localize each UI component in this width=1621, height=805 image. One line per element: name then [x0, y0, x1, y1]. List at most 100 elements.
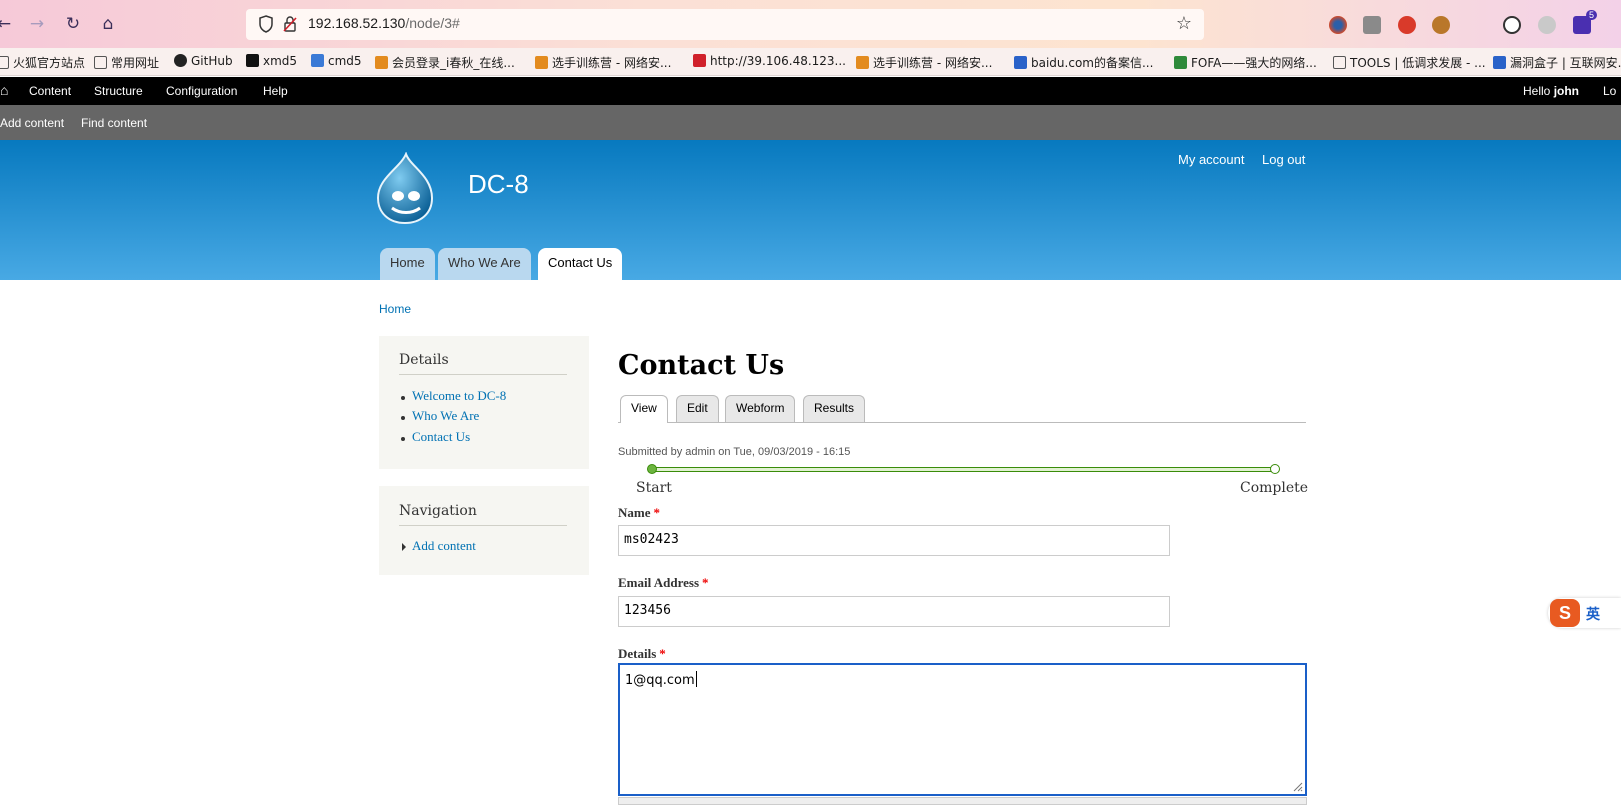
bookmark-label: GitHub — [191, 54, 233, 68]
details-text: 1@qq.com — [625, 673, 695, 688]
progress-start-dot — [647, 464, 657, 474]
hello-prefix: Hello — [1523, 84, 1554, 98]
baidu-icon — [1014, 56, 1027, 69]
site-name[interactable]: DC-8 — [468, 169, 529, 200]
my-account-link[interactable]: My account — [1178, 152, 1244, 167]
submitted-info: Submitted by admin on Tue, 09/03/2019 - … — [618, 446, 851, 458]
toolbar-item-content[interactable]: Content — [29, 84, 71, 98]
github-icon — [174, 54, 187, 67]
page-title: Contact Us — [618, 350, 785, 381]
log-out-link[interactable]: Log out — [1262, 152, 1305, 167]
toolbar-item-structure[interactable]: Structure — [94, 84, 143, 98]
details-block: Details Welcome to DC-8 Who We Are Conta… — [379, 336, 589, 469]
extension-gear-icon[interactable] — [1538, 16, 1556, 34]
textarea-grippie[interactable] — [618, 797, 1307, 805]
vulbox-icon — [1493, 56, 1506, 69]
drupal-logo-icon[interactable] — [376, 152, 434, 224]
home-icon[interactable]: ⌂ — [98, 14, 118, 34]
details-textarea[interactable]: 1@qq.com — [618, 663, 1307, 796]
bookmark-item[interactable]: GitHub — [174, 54, 233, 68]
ime-mode[interactable]: 英 — [1586, 604, 1600, 624]
bookmark-star-icon[interactable]: ☆ — [1176, 13, 1192, 34]
navigation-block-title: Navigation — [399, 503, 477, 519]
bookmark-item[interactable]: 漏洞盒子 | 互联网安... — [1493, 54, 1621, 71]
resize-handle-icon[interactable] — [1291, 780, 1303, 792]
extension-panel-icon[interactable] — [1363, 16, 1381, 34]
sidebar-link-add-content[interactable]: Add content — [412, 538, 476, 554]
toolbar-item-configuration[interactable]: Configuration — [166, 84, 237, 98]
details-label: Details * — [618, 646, 666, 662]
bookmark-label: 火狐官方站点 — [13, 56, 86, 70]
bookmark-item[interactable]: 火狐官方站点 — [0, 54, 85, 71]
divider — [399, 525, 567, 526]
extension-monkey-icon[interactable] — [1432, 16, 1450, 34]
tab-contact-us[interactable]: Contact Us — [538, 248, 623, 280]
ichunqiu-icon — [535, 56, 548, 69]
user-name[interactable]: john — [1554, 84, 1579, 98]
sidebar-link-contact-us[interactable]: Contact Us — [412, 429, 470, 445]
tabs-divider — [618, 422, 1306, 423]
extension-globe-icon[interactable] — [1329, 16, 1347, 34]
progress-start-label: Start — [636, 480, 672, 496]
details-block-title: Details — [399, 352, 449, 368]
bookmark-item[interactable]: 常用网址 — [94, 54, 159, 71]
bookmark-item[interactable]: http://39.106.48.123... — [693, 54, 846, 68]
bookmark-item[interactable]: xmd5 — [246, 54, 297, 68]
divider — [399, 374, 567, 375]
folder-icon — [0, 56, 9, 69]
bookmark-item[interactable]: 会员登录_i春秋_在线... — [375, 54, 515, 71]
home-icon[interactable]: ⌂ — [0, 82, 8, 98]
tab-results[interactable]: Results — [803, 395, 866, 422]
notification-badge: 5 — [1586, 10, 1598, 20]
url-text[interactable]: 192.168.52.130/node/3# — [308, 15, 460, 31]
shortcut-add-content[interactable]: Add content — [0, 116, 64, 130]
insecure-lock-icon[interactable] — [282, 15, 298, 33]
sidebar-link-who-we-are[interactable]: Who We Are — [412, 408, 479, 424]
back-arrow-icon[interactable]: ← — [0, 14, 14, 34]
ime-toolbar[interactable]: S 英 — [1548, 598, 1621, 628]
collapsed-arrow-icon[interactable] — [402, 543, 406, 551]
sogou-logo-icon[interactable]: S — [1550, 599, 1580, 627]
tab-edit[interactable]: Edit — [676, 395, 719, 422]
url-bar[interactable]: 192.168.52.130/node/3# ☆ — [246, 9, 1204, 40]
shortcut-find-content[interactable]: Find content — [81, 116, 147, 130]
bookmark-label: 漏洞盒子 | 互联网安... — [1510, 56, 1621, 70]
breadcrumb[interactable]: Home — [379, 302, 411, 316]
tab-home[interactable]: Home — [380, 248, 435, 280]
browser-toolbar: ← → ↻ ⌂ 192.168.52.130/node/3# ☆ 5 — [0, 0, 1621, 48]
admin-toolbar: ⌂ Content Structure Configuration Help H… — [0, 77, 1621, 105]
bookmark-label: xmd5 — [263, 54, 298, 68]
tab-who-we-are[interactable]: Who We Are — [438, 248, 531, 280]
name-field[interactable]: ms02423 — [618, 525, 1170, 556]
required-marker: * — [659, 646, 666, 661]
folder-icon — [94, 56, 107, 69]
progress-complete-label: Complete — [1240, 480, 1309, 496]
reload-icon[interactable]: ↻ — [63, 14, 83, 34]
extension-cookie-icon[interactable] — [1503, 16, 1521, 34]
bookmark-label: 选手训练营 - 网络安... — [552, 56, 672, 70]
bookmark-label: http://39.106.48.123... — [710, 54, 846, 68]
email-field[interactable]: 123456 — [618, 596, 1170, 627]
bookmark-label: TOOLS | 低调求发展 - ... — [1350, 56, 1486, 70]
bookmark-item[interactable]: TOOLS | 低调求发展 - ... — [1333, 54, 1486, 71]
extension-block-icon[interactable] — [1398, 16, 1416, 34]
webform-progress-bar — [652, 467, 1275, 472]
forward-arrow-icon[interactable]: → — [27, 14, 47, 34]
tab-webform[interactable]: Webform — [725, 395, 796, 422]
sidebar-link-welcome[interactable]: Welcome to DC-8 — [412, 388, 506, 404]
toolbar-item-help[interactable]: Help — [263, 84, 288, 98]
bookmark-item[interactable]: cmd5 — [311, 54, 362, 68]
ichunqiu-icon — [856, 56, 869, 69]
bullet-icon — [401, 437, 405, 441]
bookmark-item[interactable]: baidu.com的备案信... — [1014, 54, 1153, 71]
bookmark-item[interactable]: 选手训练营 - 网络安... — [856, 54, 992, 71]
user-greeting: Hello john — [1523, 84, 1579, 98]
navigation-block: Navigation Add content — [379, 486, 589, 575]
toolbar-logout-link[interactable]: Lo — [1603, 84, 1616, 98]
text-caret — [695, 671, 697, 687]
shield-icon[interactable] — [258, 15, 274, 33]
bookmarks-bar: 火狐官方站点 常用网址 GitHub xmd5 cmd5 会员登录_i春秋_在线… — [0, 48, 1621, 76]
tab-view[interactable]: View — [620, 395, 668, 423]
bookmark-item[interactable]: 选手训练营 - 网络安... — [535, 54, 671, 71]
bookmark-item[interactable]: FOFA——强大的网络... — [1174, 54, 1317, 71]
